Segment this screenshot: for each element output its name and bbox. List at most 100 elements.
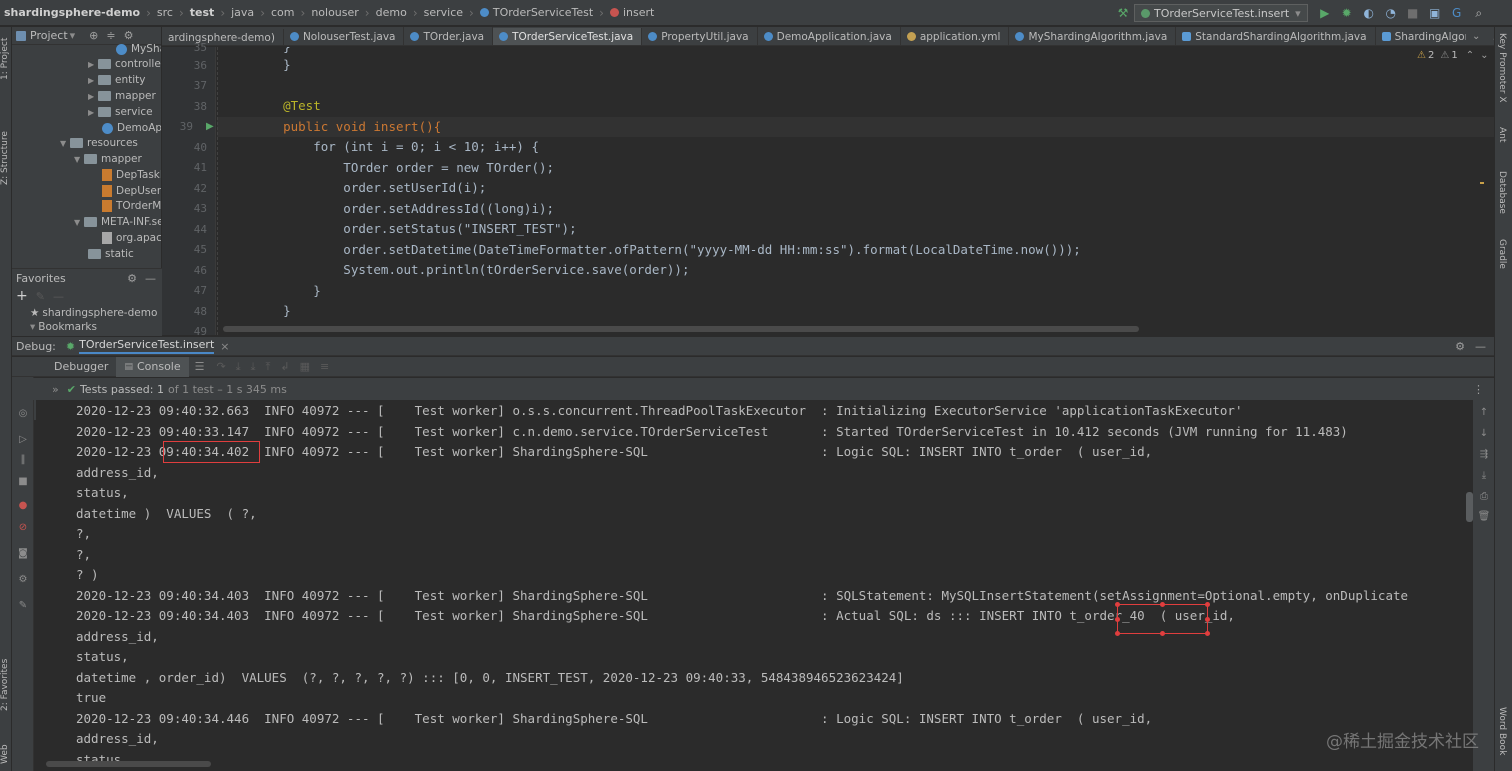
print-icon[interactable]: ⎙ [1478,490,1490,502]
favorites-tool-tab[interactable]: 2: Favorites [0,647,12,723]
close-icon[interactable]: × [220,340,229,353]
editor-tab[interactable]: DemoApplication.java [758,27,901,45]
tree-item[interactable]: TOrderMa [102,198,161,214]
hide-icon[interactable]: — [145,272,156,285]
breadcrumb-test[interactable]: test [190,6,215,19]
resize-handle[interactable] [1205,602,1210,607]
tabs-overflow[interactable]: ⌄ [1466,28,1492,45]
tree-item[interactable]: ▶ mapper [88,88,156,104]
settings-icon[interactable]: ⚙ [127,272,137,285]
editor-tab[interactable]: application.yml [901,27,1010,45]
soft-wrap-icon[interactable]: ⇶ [1478,448,1490,460]
tree-item[interactable]: static [88,246,134,262]
down-arrow-icon[interactable]: ↓ [1478,427,1490,439]
settings-icon[interactable]: ⚙ [17,573,29,585]
evaluate-icon[interactable]: ▦ [300,360,310,373]
step-over-icon[interactable]: ↷ [217,360,226,373]
breadcrumb-method[interactable]: insert [623,6,654,19]
run-config-select[interactable]: TOrderServiceTest.insert ▾ [1134,4,1308,22]
stop-icon[interactable]: ■ [1405,5,1421,21]
breadcrumb-nolouser[interactable]: nolouser [311,6,358,19]
chevron-down-icon[interactable]: ⌄ [1472,31,1480,42]
run-gutter-icon[interactable]: ▶ [206,121,214,132]
debugger-tab[interactable]: Debugger [46,360,116,373]
breakpoints-icon[interactable]: ● [17,499,29,511]
inspection-widget[interactable]: ⚠ 2 ⚠ 1 ⌃ ⌄ [1417,50,1488,61]
key-promoter-tool-tab[interactable]: Key Promoter X [1497,33,1507,113]
chevron-up-icon[interactable]: ⌃ [1466,50,1474,61]
add-icon[interactable]: + [16,288,28,304]
editor-tab[interactable]: StandardShardingAlgorithm.java [1176,27,1376,45]
trash-icon[interactable]: 🗑 [1478,510,1491,522]
tree-item[interactable]: ▼ META-INF.se [74,214,161,230]
horizontal-scrollbar[interactable] [46,761,211,767]
translate-icon[interactable]: G [1449,5,1465,21]
editor-tab[interactable]: PropertyUtil.java [642,27,758,45]
structure-tool-tab[interactable]: Z: Structure [0,123,12,193]
breadcrumb-com[interactable]: com [271,6,295,19]
favorites-item[interactable]: ★ shardingsphere-demo [12,305,162,321]
editor-tab[interactable]: ardingsphere-demo) [162,28,284,45]
hide-icon[interactable]: — [1475,340,1486,353]
camera-icon[interactable]: ◙ [17,547,29,559]
search-icon[interactable]: ⌕ [1471,5,1487,21]
breadcrumb-service[interactable]: service [424,6,463,19]
run-icon[interactable]: ▶ [1317,5,1333,21]
step-out-icon[interactable]: ⤒ [265,360,270,374]
edit-icon[interactable]: ✎ [36,290,45,303]
breadcrumb-src[interactable]: src [157,6,173,19]
breadcrumb-demo[interactable]: demo [376,6,407,19]
tree-item[interactable]: MySha [116,41,161,57]
debug-icon[interactable]: ✹ [1339,5,1355,21]
database-tool-tab[interactable]: Database [1497,171,1507,221]
tree-item[interactable]: ▶ entity [88,72,145,88]
more-icon[interactable]: ⋮ [1473,383,1484,396]
resize-handle[interactable] [1115,631,1120,636]
drop-frame-icon[interactable]: ↲ [280,360,289,373]
editor-tab[interactable]: TOrder.java [404,27,494,45]
resize-handle[interactable] [1205,631,1210,636]
console-output[interactable]: 2020-12-23 09:40:32.663 INFO 40972 --- [… [36,400,1473,771]
step-into-icon[interactable]: ⤓ [236,360,241,374]
resize-handle[interactable] [1115,617,1120,622]
ant-tool-tab[interactable]: Ant [1497,127,1507,157]
breadcrumb-class[interactable]: TOrderServiceTest [493,6,593,19]
tree-item[interactable]: ▼ resources [60,135,138,151]
remove-icon[interactable]: — [53,290,64,303]
tree-item[interactable]: ▼ mapper [74,151,142,167]
tree-item[interactable]: DepTaskI [102,167,161,183]
collapse-icon[interactable]: ≑ [106,29,115,42]
tree-item[interactable]: org.apach [102,230,161,246]
resize-handle[interactable] [1205,617,1210,622]
force-step-into-icon[interactable]: ⤓ [251,360,256,374]
editor-tab[interactable]: MyShardingAlgorithm.java [1009,27,1177,45]
project-panel-title[interactable]: Project [30,29,68,42]
gradle-tool-tab[interactable]: Gradle [1497,239,1507,283]
horizontal-scrollbar[interactable] [223,326,1139,332]
tree-item[interactable]: ▶ controller [88,56,161,72]
menu-icon[interactable]: ☰ [195,360,205,373]
resume-icon[interactable]: ▷ [17,433,29,445]
breadcrumb-java[interactable]: java [231,6,254,19]
tree-item[interactable]: DepUserIn [102,183,161,199]
expand-icon[interactable]: » [52,383,59,396]
debug-session-tab[interactable]: TOrderServiceTest.insert [79,338,215,354]
gear-icon[interactable]: ⚙ [1455,340,1465,353]
project-structure-icon[interactable]: ▣ [1427,5,1443,21]
error-stripe-mark[interactable] [1480,182,1484,184]
breadcrumb-project[interactable]: shardingsphere-demo [4,6,140,19]
coverage-icon[interactable]: ◐ [1361,5,1377,21]
resize-handle[interactable] [1160,602,1165,607]
tree-item[interactable]: ▶ service [88,104,153,120]
locate-icon[interactable]: ⊕ [89,29,98,42]
editor-tab[interactable]: NolouserTest.java [284,27,405,45]
up-arrow-icon[interactable]: ↑ [1478,406,1490,418]
word-book-tool-tab[interactable]: Word Book [1497,707,1507,763]
tree-item[interactable]: DemoApp [102,120,161,136]
favorites-item[interactable]: ▾ Bookmarks [12,321,162,333]
chevron-down-icon[interactable]: ▾ [70,29,76,42]
resize-handle[interactable] [1160,631,1165,636]
profile-icon[interactable]: ◔ [1383,5,1399,21]
code-editor[interactable]: } } @Test public void insert(){ for (int… [217,47,1494,335]
resize-handle[interactable] [1115,602,1120,607]
